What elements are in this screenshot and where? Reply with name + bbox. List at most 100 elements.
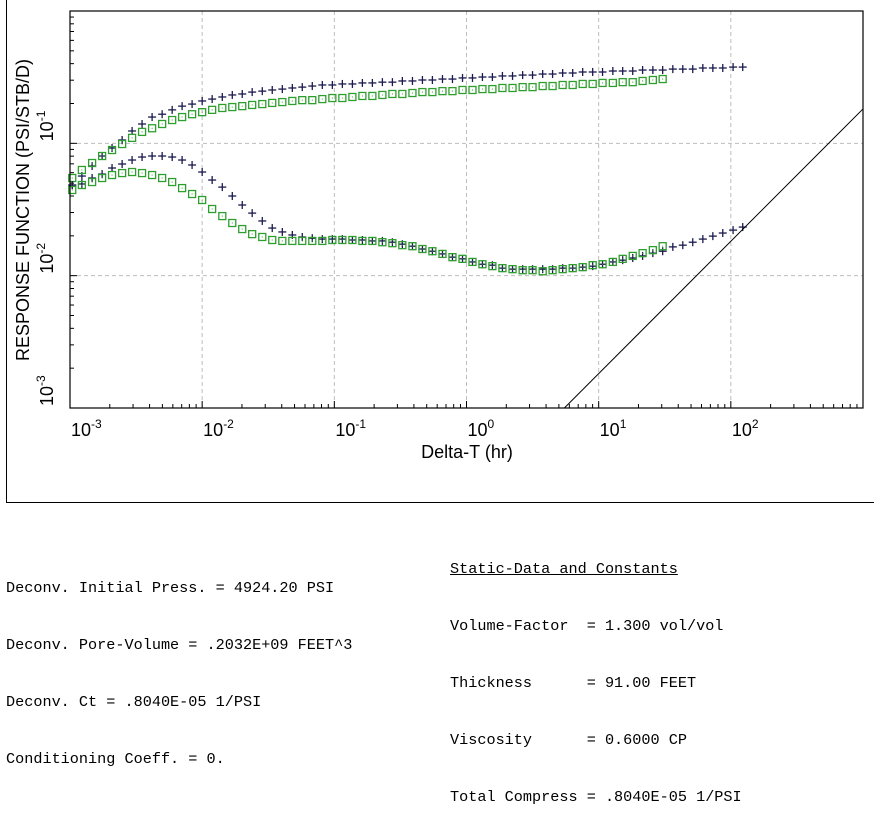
square-marker [428,87,437,97]
plus-marker [158,152,167,161]
square-marker [168,177,177,187]
square-marker [598,78,607,88]
grid-lines [70,11,863,408]
plus-marker [238,89,247,98]
plus-marker [508,71,517,80]
square-marker-dot [501,87,503,89]
square-marker [568,80,577,90]
square-marker [588,79,597,89]
plus-marker [138,153,147,162]
square-marker [228,102,237,112]
x-axis-title: Delta-T (hr) [421,442,513,462]
square-marker-dot [562,268,564,270]
plus-marker [538,265,547,274]
square-marker-dot [151,174,153,176]
square-marker-dot [361,240,363,242]
square-marker-dot [441,90,443,92]
square-marker-dot [491,265,493,267]
y-tick-label-base: 10 [37,121,57,141]
series-response-plus [68,63,747,190]
plus-marker [298,83,307,92]
square-marker-dot [552,85,554,87]
plus-marker [258,87,267,96]
square-marker-dot [351,96,353,98]
square-marker-dot [622,258,624,260]
x-tick-label-exponent: 1 [620,417,627,431]
square-marker [498,83,507,93]
plus-marker [258,216,267,225]
plus-marker [218,92,227,101]
square-marker-dot [141,131,143,133]
square-marker-dot [261,236,263,238]
square-marker-dot [161,177,163,179]
square-marker-dot [251,104,253,106]
plus-marker [648,66,657,75]
plus-marker [708,232,717,241]
plus-marker [118,159,127,168]
square-marker-dot [662,245,664,247]
square-marker [548,81,557,91]
x-tick-label-base: 10 [71,420,91,440]
plus-marker [188,100,197,109]
square-marker [348,92,357,102]
plus-marker [328,80,337,89]
square-marker [117,168,127,178]
plus-marker [138,119,147,128]
plus-marker [338,79,347,88]
deconv-ct: Deconv. Ct = .8040E-05 1/PSI [6,693,262,711]
square-marker-dot [441,253,443,255]
plus-marker [528,71,537,80]
square-marker-dot [281,101,283,103]
square-marker-dot [321,240,323,242]
square-marker [127,133,137,143]
square-marker-dot [261,103,263,105]
static-data-constants: Static-Data and Constants Volume-Factor … [450,522,742,826]
plus-marker [548,70,557,79]
square-marker-dot [532,86,534,88]
square-marker-dot [351,239,353,241]
plus-marker [268,85,277,94]
plus-marker [658,247,667,256]
plus-marker [268,224,277,233]
plus-marker [238,200,247,209]
plus-marker [388,78,397,87]
square-marker-dot [411,245,413,247]
plus-marker [168,153,177,162]
x-tick-label: 10-2 [203,417,234,440]
square-marker [187,189,197,199]
square-marker-dot [131,171,133,173]
square-marker [208,204,217,214]
square-marker [518,82,527,92]
square-marker [137,168,147,178]
square-marker-dot [401,244,403,246]
x-tick-label-exponent: -3 [91,417,102,431]
chart: 10-3 10-2 10-1 100 101 102 10-310-210-1 Delta… [13,10,864,462]
square-marker-dot [431,91,433,93]
square-marker-dot [582,266,584,268]
square-marker-dot [241,228,243,230]
square-marker-dot [181,116,183,118]
plus-marker [348,79,357,88]
plus-marker [698,235,707,244]
square-marker-dot [301,99,303,101]
square-marker [258,232,267,242]
square-marker-dot [141,172,143,174]
y-tick-label-exponent: -3 [34,375,48,386]
square-marker-dot [481,88,483,90]
plus-marker [598,67,607,76]
square-marker-dot [421,91,423,93]
square-marker-dot [191,193,193,195]
square-marker [438,86,447,96]
square-marker-dot [271,102,273,104]
square-marker-dot [602,82,604,84]
square-marker-dot [582,83,584,85]
square-marker-dot [81,169,83,171]
square-marker-dot [481,263,483,265]
plus-marker [398,76,407,85]
square-marker-dot [411,92,413,94]
square-marker [177,112,187,122]
square-marker [408,88,417,98]
square-marker [648,75,657,85]
plus-marker [428,76,437,85]
square-marker-dot [341,239,343,241]
